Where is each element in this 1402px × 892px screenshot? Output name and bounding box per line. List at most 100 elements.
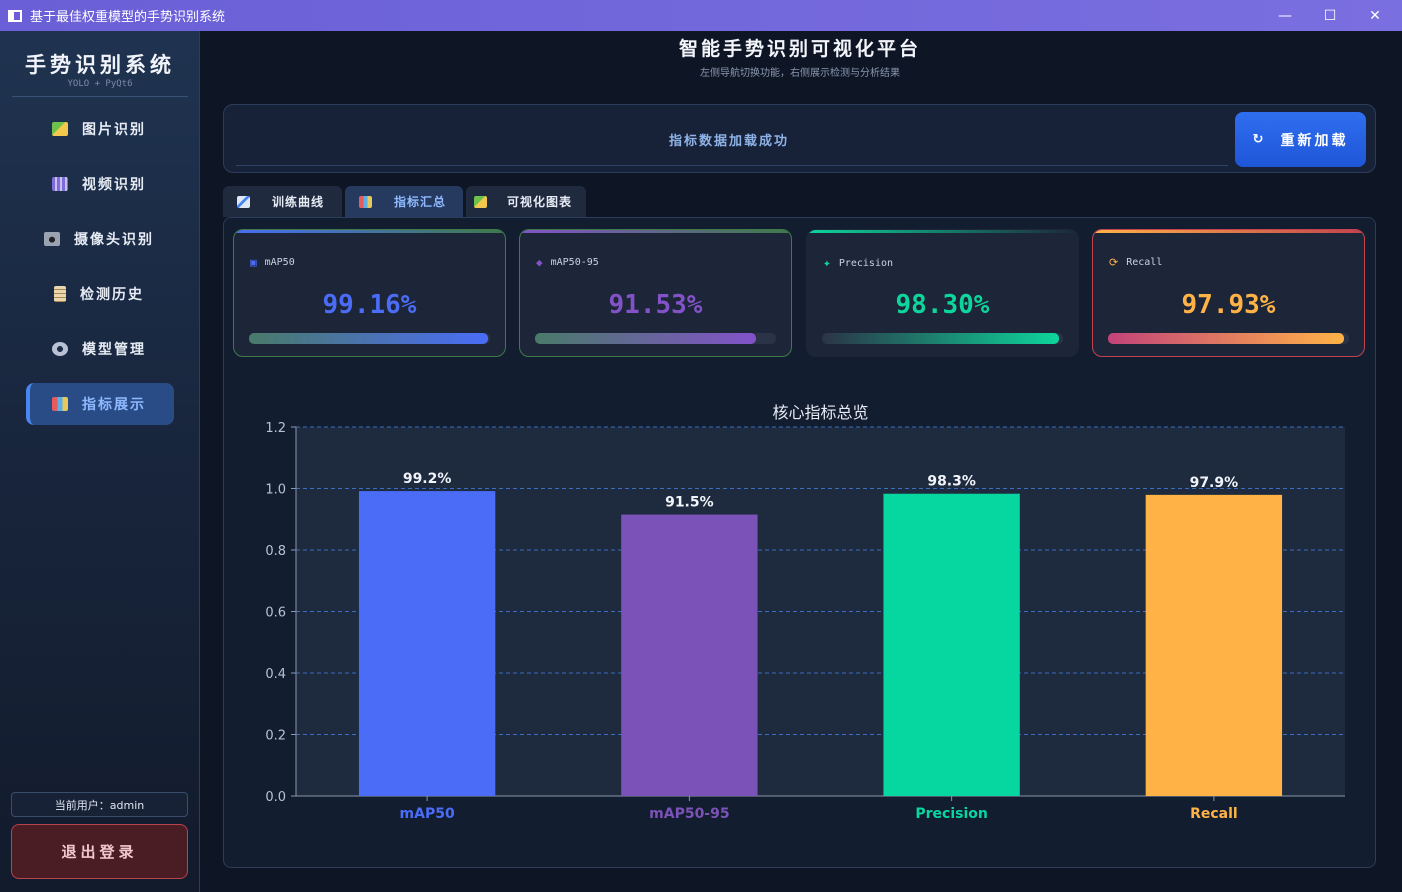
card-label-row: ✦ Precision	[823, 256, 893, 271]
tab-label: 训练曲线	[272, 195, 325, 209]
y-tick-label: 0.4	[265, 667, 286, 682]
minimize-button[interactable]: —	[1262, 0, 1308, 31]
card-value: 98.30%	[895, 290, 990, 320]
card-value: 99.16%	[322, 290, 417, 320]
chart-title: 核心指标总览	[772, 403, 868, 422]
square-icon: ▣	[250, 256, 257, 269]
metric-card-map50: ▣ mAP50 99.16%	[233, 229, 506, 357]
card-progress-fill	[1108, 333, 1344, 344]
y-tick-label: 0.6	[265, 606, 286, 621]
sidebar-item-label: 模型管理	[82, 342, 146, 358]
sidebar-item-label: 图片识别	[82, 122, 146, 138]
logout-button[interactable]: 退出登录	[11, 824, 188, 879]
card-progress-track	[249, 333, 490, 344]
sidebar-item-history[interactable]: 检测历史	[26, 273, 174, 315]
bar-recall	[1145, 494, 1283, 796]
chart-svg: 核心指标总览 0.0 0.2 0.4 0.6 0.8 1.0 1.2 99.2% mAP50 91.…	[265, 403, 1345, 822]
card-accent-bar	[234, 230, 505, 233]
y-tick-label: 0.8	[265, 544, 286, 559]
tab-label: 指标汇总	[394, 195, 447, 209]
refresh-icon: ↻	[1252, 132, 1267, 147]
app-icon	[8, 9, 22, 22]
sparkle-icon: ✦	[823, 256, 831, 271]
card-progress-fill	[249, 333, 488, 344]
image-icon	[52, 122, 68, 136]
status-message: 指标数据加载成功	[668, 134, 789, 149]
y-tick-label: 1.2	[265, 421, 286, 436]
reload-label: 重新加载	[1280, 132, 1349, 149]
card-label-row: ⟳ Recall	[1109, 256, 1162, 269]
bar-data-label: 91.5%	[665, 495, 714, 511]
y-tick-label: 0.0	[265, 790, 286, 805]
window-titlebar: 基于最佳权重模型的手势识别系统	[0, 0, 1402, 31]
card-progress-track	[535, 333, 776, 344]
bar-chart-icon	[52, 397, 68, 411]
card-value: 91.53%	[608, 290, 703, 320]
maximize-button[interactable]: ☐	[1307, 0, 1353, 31]
sidebar: 手势识别系统 YOLO + PyQt6 图片识别 视频识别 摄像头识别 检测历史…	[0, 31, 200, 892]
sidebar-item-image[interactable]: 图片识别	[26, 108, 174, 150]
page-title: 智能手势识别可视化平台	[678, 38, 921, 60]
tab-training-curves[interactable]: 训练曲线	[223, 186, 342, 217]
x-tick-label: Precision	[915, 806, 987, 822]
window-title: 基于最佳权重模型的手势识别系统	[30, 9, 226, 24]
bar-data-label: 97.9%	[1190, 475, 1239, 491]
image-icon	[474, 195, 487, 208]
card-progress-track	[822, 333, 1063, 344]
status-panel: 指标数据加载成功 ↻ 重新加载	[223, 104, 1376, 173]
brand-divider	[12, 96, 188, 97]
bar-data-label: 98.3%	[927, 474, 976, 490]
tab-visual-charts[interactable]: 可视化图表	[466, 186, 586, 217]
refresh-icon: ⟳	[1109, 256, 1119, 269]
card-accent-bar	[520, 230, 791, 233]
card-label-row: ▣ mAP50	[250, 256, 295, 269]
y-tick-label: 1.0	[265, 483, 286, 498]
sidebar-item-models[interactable]: 模型管理	[26, 328, 174, 370]
metric-card-map50-95: ◆ mAP50-95 91.53%	[519, 229, 792, 357]
card-label: Precision	[838, 258, 894, 269]
sidebar-item-label: 检测历史	[80, 287, 144, 303]
bar-map50	[358, 491, 496, 796]
card-progress-fill	[822, 333, 1059, 344]
status-divider	[236, 165, 1228, 166]
card-label: mAP50	[264, 257, 295, 268]
bar-data-label: 99.2%	[403, 471, 452, 487]
clipboard-icon	[54, 286, 66, 302]
x-tick-label: mAP50	[400, 806, 455, 822]
tab-label: 可视化图表	[507, 195, 573, 209]
bar-map50-95	[621, 514, 758, 796]
bar-precision	[883, 493, 1020, 796]
gear-icon	[52, 342, 68, 356]
card-accent-bar	[807, 230, 1078, 233]
diamond-icon: ◆	[536, 256, 543, 269]
reload-button[interactable]: ↻ 重新加载	[1235, 112, 1366, 167]
card-accent-bar	[1093, 230, 1364, 233]
sidebar-item-camera[interactable]: 摄像头识别	[26, 218, 174, 260]
current-user-label: 当前用户：admin	[11, 792, 188, 817]
sidebar-item-metrics[interactable]: 指标展示	[26, 383, 174, 425]
card-label: Recall	[1126, 257, 1163, 268]
x-tick-label: Recall	[1190, 806, 1238, 822]
close-button[interactable]: ✕	[1352, 0, 1398, 31]
card-progress-track	[1108, 333, 1349, 344]
card-label-row: ◆ mAP50-95	[536, 256, 599, 269]
camera-icon	[44, 232, 60, 246]
brand-subtitle: YOLO + PyQt6	[67, 79, 133, 89]
metric-card-precision: ✦ Precision 98.30%	[806, 229, 1079, 357]
tab-metrics-summary[interactable]: 指标汇总	[345, 186, 463, 217]
page-subtitle: 左侧导航切换功能，右侧展示检测与分析结果	[700, 68, 900, 79]
y-tick-label: 0.2	[265, 729, 286, 744]
card-progress-fill	[535, 333, 756, 344]
sidebar-item-video[interactable]: 视频识别	[26, 163, 174, 205]
metric-card-recall: ⟳ Recall 97.93%	[1092, 229, 1365, 357]
card-value: 97.93%	[1181, 290, 1276, 320]
sidebar-item-label: 视频识别	[82, 177, 146, 193]
bar-chart-icon	[359, 195, 372, 208]
film-icon	[52, 177, 68, 191]
sidebar-item-label: 指标展示	[82, 397, 146, 413]
card-label: mAP50-95	[550, 257, 599, 268]
sidebar-item-label: 摄像头识别	[74, 232, 154, 248]
line-chart-icon	[237, 195, 250, 208]
metrics-bar-chart: 核心指标总览 0.0 0.2 0.4 0.6 0.8 1.0 1.2 99.2% mAP50 91.…	[240, 395, 1360, 835]
brand-title: 手势识别系统	[25, 52, 175, 77]
